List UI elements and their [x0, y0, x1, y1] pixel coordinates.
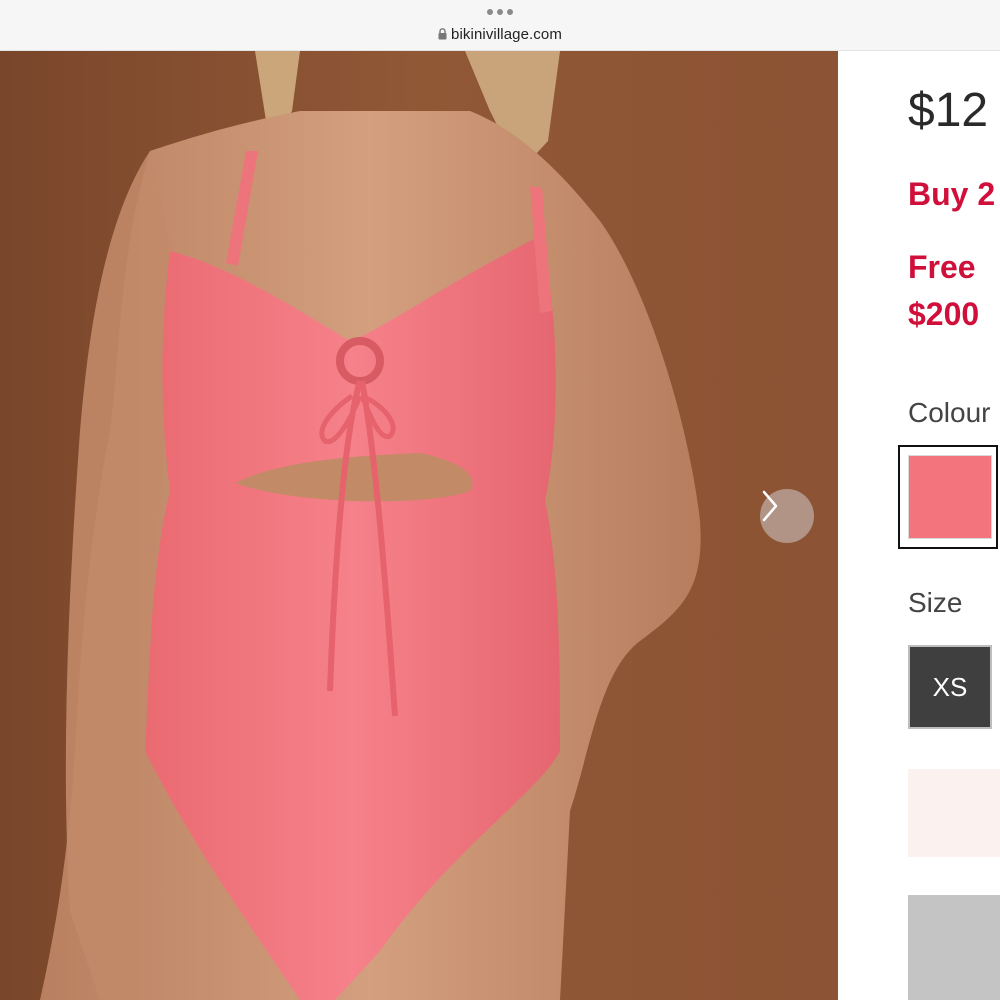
promo-threshold: $200 [908, 296, 980, 332]
product-price: $12 [908, 84, 989, 137]
colour-label: Colour [908, 397, 991, 428]
more-dots-icon[interactable] [487, 9, 513, 15]
lock-icon [438, 28, 447, 40]
promo-buy-2: Buy 2 [908, 176, 996, 212]
size-label: Size [908, 587, 963, 618]
url-text: bikinivillage.com [451, 26, 562, 43]
next-image-button[interactable] [760, 489, 814, 543]
product-info-panel: $12 Buy 2 Free $200 Colour Size XS [838, 51, 1000, 1000]
add-to-bag-button[interactable] [908, 895, 1000, 1000]
browser-top-bar: bikinivillage.com [0, 0, 1000, 51]
chevron-right-icon [762, 490, 778, 522]
colour-swatch-selected[interactable] [898, 445, 998, 549]
secondary-button-area[interactable] [908, 769, 1000, 857]
address-bar[interactable]: bikinivillage.com [0, 26, 1000, 43]
colour-swatch-pink[interactable] [908, 455, 992, 539]
product-photo-illustration [0, 51, 838, 1000]
product-image[interactable] [0, 51, 838, 1000]
promo-free: Free [908, 249, 976, 285]
size-option-xs[interactable]: XS [908, 645, 992, 729]
